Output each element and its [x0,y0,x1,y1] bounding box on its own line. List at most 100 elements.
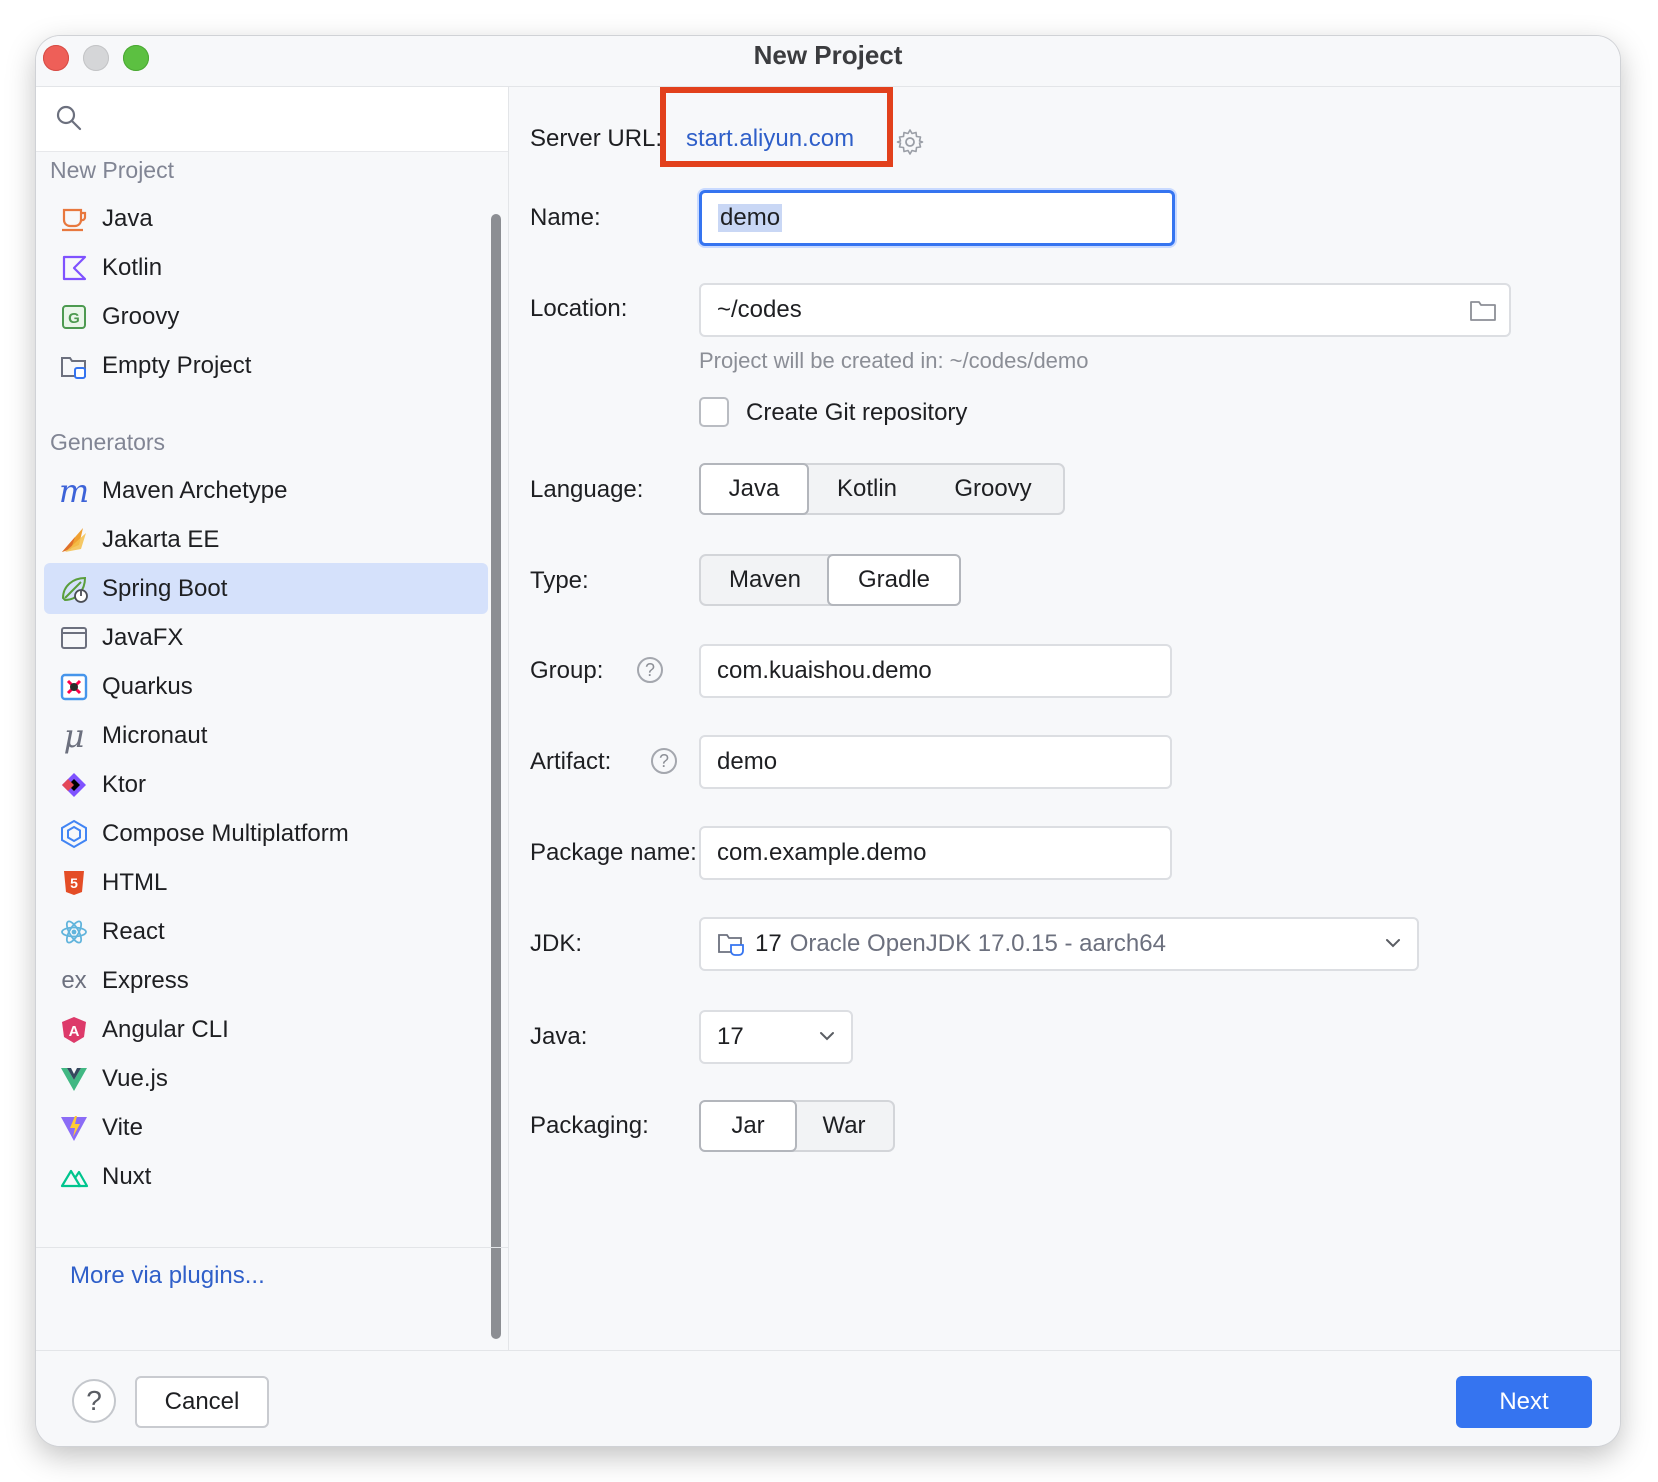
project-settings-form: Server URL: start.aliyun.com Name: demo … [509,87,1620,1350]
javafx-icon [58,622,90,654]
location-field[interactable]: ~/codes [699,283,1511,337]
maven-icon: m [58,471,90,510]
title-bar: New Project [36,36,1620,87]
sidebar-item-html[interactable]: 5 HTML [44,857,488,908]
sidebar-item-label: Vue.js [102,1064,168,1092]
folder-icon[interactable] [1469,297,1497,323]
sidebar-item-compose-multiplatform[interactable]: Compose Multiplatform [44,808,488,859]
svg-text:A: A [69,1023,80,1040]
jdk-folder-icon [718,934,744,956]
group-value: com.kuaishou.demo [717,657,932,684]
sidebar-item-label: React [102,917,165,945]
svg-text:G: G [68,310,80,327]
sidebar-item-empty-project[interactable]: Empty Project [44,340,488,391]
ktor-icon [58,769,90,801]
artifact-field[interactable]: demo [699,735,1172,789]
sidebar-item-javafx[interactable]: JavaFX [44,612,488,663]
sidebar-item-spring-boot[interactable]: Spring Boot [44,563,488,614]
cancel-button[interactable]: Cancel [135,1376,269,1428]
jdk-name: Oracle OpenJDK 17.0.15 - aarch64 [789,930,1166,957]
name-value: demo [718,204,783,232]
html5-icon: 5 [58,867,90,899]
artifact-help-icon[interactable]: ? [651,748,677,774]
packaging-option-war[interactable]: War [795,1102,893,1150]
sidebar-item-label: Java [102,204,153,232]
type-label: Type: [530,567,589,594]
type-option-gradle[interactable]: Gradle [827,554,961,606]
sidebar-item-react[interactable]: React [44,906,488,957]
sidebar-search[interactable] [36,87,508,152]
group-help-icon[interactable]: ? [637,657,663,683]
svg-text:5: 5 [70,875,78,891]
sidebar-item-express[interactable]: ex Express [44,955,488,1006]
project-type-sidebar: New Project Java Kotlin G Groovy Empty P… [36,87,509,1350]
more-via-plugins-link[interactable]: More via plugins... [70,1262,265,1290]
sidebar-item-label: Nuxt [102,1162,152,1190]
new-project-dialog: New Project New Project Java Kotlin G Gr… [36,36,1620,1446]
type-segmented-control: Maven Gradle [699,554,961,606]
sidebar-item-label: Kotlin [102,253,163,281]
sidebar-item-label: HTML [102,868,168,896]
sidebar-item-kotlin[interactable]: Kotlin [44,242,488,293]
sidebar-item-label: Groovy [102,302,180,330]
artifact-label: Artifact: [530,748,612,775]
type-option-maven[interactable]: Maven [701,556,829,604]
packaging-option-jar[interactable]: Jar [699,1100,797,1152]
gear-icon[interactable] [895,127,925,157]
sidebar-item-label: Jakarta EE [102,525,220,553]
next-button[interactable]: Next [1456,1376,1592,1428]
sidebar-item-label: Vite [102,1113,143,1141]
sidebar-item-label: Empty Project [102,351,252,379]
sidebar-item-ktor[interactable]: Ktor [44,759,488,810]
spring-boot-icon [58,573,90,605]
kotlin-icon [58,252,90,284]
location-value: ~/codes [717,296,802,323]
java-version-value: 17 [717,1023,744,1050]
help-button[interactable]: ? [72,1379,116,1423]
location-label: Location: [530,295,628,322]
sidebar-scrollbar[interactable] [491,214,501,1339]
name-label: Name: [530,204,601,231]
language-segmented-control: Java Kotlin Groovy [699,463,1065,515]
server-url-label: Server URL: [530,125,663,152]
language-option-groovy[interactable]: Groovy [927,465,1059,513]
sidebar-item-label: JavaFX [102,623,184,651]
create-git-checkbox[interactable] [699,397,729,427]
package-name-field[interactable]: com.example.demo [699,826,1172,880]
name-field[interactable]: demo [699,190,1175,246]
language-option-kotlin[interactable]: Kotlin [807,465,927,513]
sidebar-item-angular-cli[interactable]: A Angular CLI [44,1004,488,1055]
java-version-dropdown[interactable]: 17 [699,1010,853,1064]
sidebar-item-label: Ktor [102,770,147,798]
sidebar-item-micronaut[interactable]: μ Micronaut [44,710,488,761]
sidebar-item-quarkus[interactable]: Quarkus [44,661,488,712]
sidebar-item-vue[interactable]: Vue.js [44,1053,488,1104]
create-git-label[interactable]: Create Git repository [746,399,967,427]
sidebar-item-maven-archetype[interactable]: m Maven Archetype [44,465,488,516]
sidebar-item-vite[interactable]: Vite [44,1102,488,1153]
group-field[interactable]: com.kuaishou.demo [699,644,1172,698]
groovy-icon: G [58,301,90,333]
java-cup-icon [58,203,90,235]
jdk-dropdown[interactable]: 17 Oracle OpenJDK 17.0.15 - aarch64 [699,917,1419,971]
sidebar-item-groovy[interactable]: G Groovy [44,291,488,342]
package-name-label: Package name: [530,839,697,866]
nuxt-icon [58,1161,90,1193]
vite-icon [58,1112,90,1144]
jakarta-icon [58,524,90,556]
location-hint: Project will be created in: ~/codes/demo [699,348,1089,373]
server-url-link[interactable]: start.aliyun.com [686,125,854,153]
sidebar-item-java[interactable]: Java [44,193,488,244]
java-version-label: Java: [530,1023,588,1050]
sidebar-item-label: Express [102,966,189,994]
package-name-value: com.example.demo [717,839,927,866]
chevron-down-icon [1386,939,1400,948]
sidebar-item-label: Spring Boot [102,574,228,602]
language-option-java[interactable]: Java [699,463,809,515]
section-new-project: New Project [50,157,174,183]
react-icon [58,916,90,948]
sidebar-item-jakarta-ee[interactable]: Jakarta EE [44,514,488,565]
search-icon [56,105,82,131]
sidebar-item-nuxt[interactable]: Nuxt [44,1151,488,1202]
divider [36,1247,508,1248]
